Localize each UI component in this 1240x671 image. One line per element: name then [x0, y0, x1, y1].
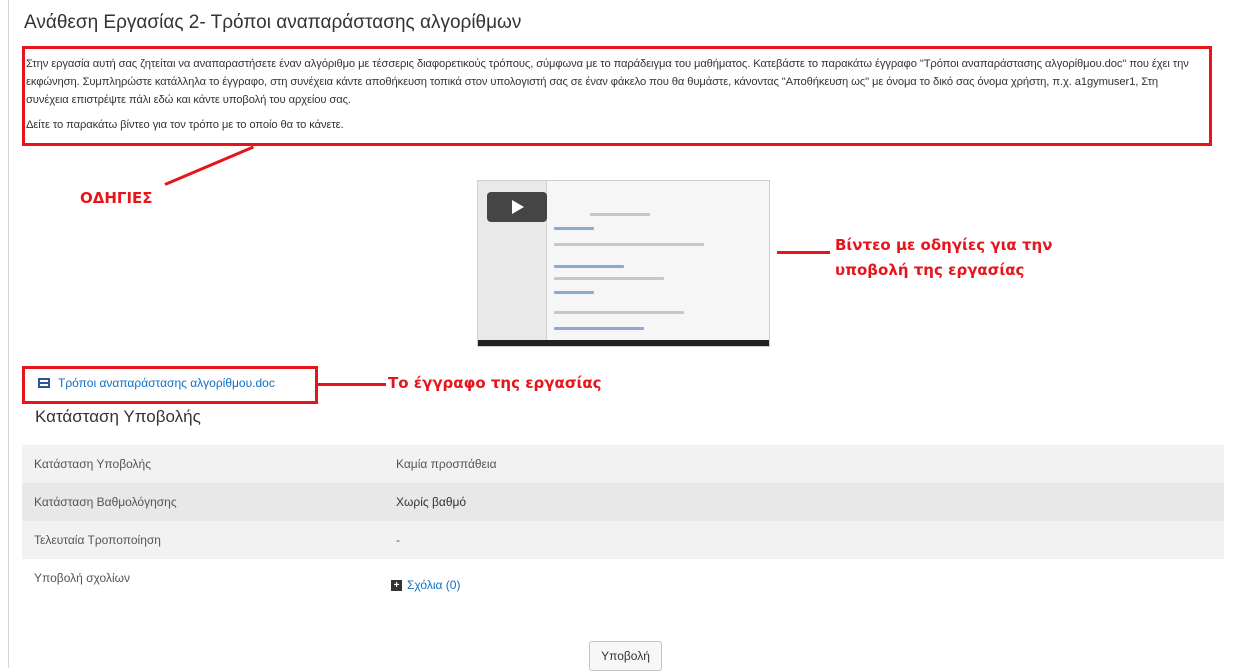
row-label: Τελευταία Τροποποίηση: [34, 533, 161, 547]
play-icon: [512, 200, 524, 214]
comments-link-label: Σχόλια (0): [407, 578, 461, 592]
instructions-callout: ΟΔΗΓΙΕΣ: [80, 189, 153, 207]
table-row: Υποβολή σχολίων: [22, 559, 1224, 639]
row-label: Κατάσταση Υποβολής: [34, 457, 152, 471]
video-preview-line: [554, 327, 644, 330]
submission-status-heading: Κατάσταση Υποβολής: [35, 407, 201, 426]
comments-toggle-link[interactable]: + Σχόλια (0): [391, 578, 460, 592]
video-preview-line: [554, 311, 684, 314]
video-preview-line: [554, 227, 594, 230]
row-value: Χωρίς βαθμό: [396, 495, 467, 509]
video-preview-line: [554, 265, 624, 268]
video-play-button[interactable]: [487, 192, 547, 222]
page-left-border: [8, 0, 9, 668]
table-row: Τελευταία Τροποποίηση -: [22, 521, 1224, 559]
row-label: Κατάσταση Βαθμολόγησης: [34, 495, 177, 509]
submit-button[interactable]: Υποβολή: [589, 641, 662, 671]
assignment-description: Στην εργασία αυτή σας ζητείται να αναπαρ…: [26, 55, 1201, 141]
word-document-icon: [38, 378, 50, 388]
video-preview-line: [554, 277, 664, 280]
video-control-bar: [478, 340, 769, 346]
video-callout: Βίντεο με οδηγίες για την υποβολή της ερ…: [835, 233, 1052, 283]
document-callout: Το έγγραφο της εργασίας: [388, 374, 602, 392]
video-callout-line-2: υποβολή της εργασίας: [835, 261, 1025, 279]
description-paragraph-1: Στην εργασία αυτή σας ζητείται να αναπαρ…: [26, 58, 1189, 106]
row-label: Υποβολή σχολίων: [34, 571, 131, 585]
row-value: Καμία προσπάθεια: [396, 457, 497, 471]
document-link-label: Τρόποι αναπαράστασης αλγορίθμου.doc: [58, 376, 275, 390]
plus-icon: +: [391, 579, 402, 591]
video-pointer-line: [777, 251, 830, 254]
table-row: Κατάσταση Βαθμολόγησης Χωρίς βαθμό: [22, 483, 1224, 521]
row-value: -: [396, 533, 400, 547]
assignment-title: Ανάθεση Εργασίας 2- Τρόποι αναπαράστασης…: [24, 12, 522, 33]
assignment-document-link[interactable]: Τρόποι αναπαράστασης αλγορίθμου.doc: [38, 376, 275, 390]
video-callout-line-1: Βίντεο με οδηγίες για την: [835, 236, 1053, 254]
table-row: Κατάσταση Υποβολής Καμία προσπάθεια: [22, 445, 1224, 483]
video-preview-line: [590, 213, 650, 216]
video-preview-line: [554, 291, 594, 294]
description-paragraph-2: Δείτε το παρακάτω βίντεο για τον τρόπο μ…: [26, 119, 344, 131]
video-preview-line: [554, 243, 704, 246]
instructions-pointer-line: [164, 145, 254, 186]
document-pointer-line: [318, 383, 386, 386]
